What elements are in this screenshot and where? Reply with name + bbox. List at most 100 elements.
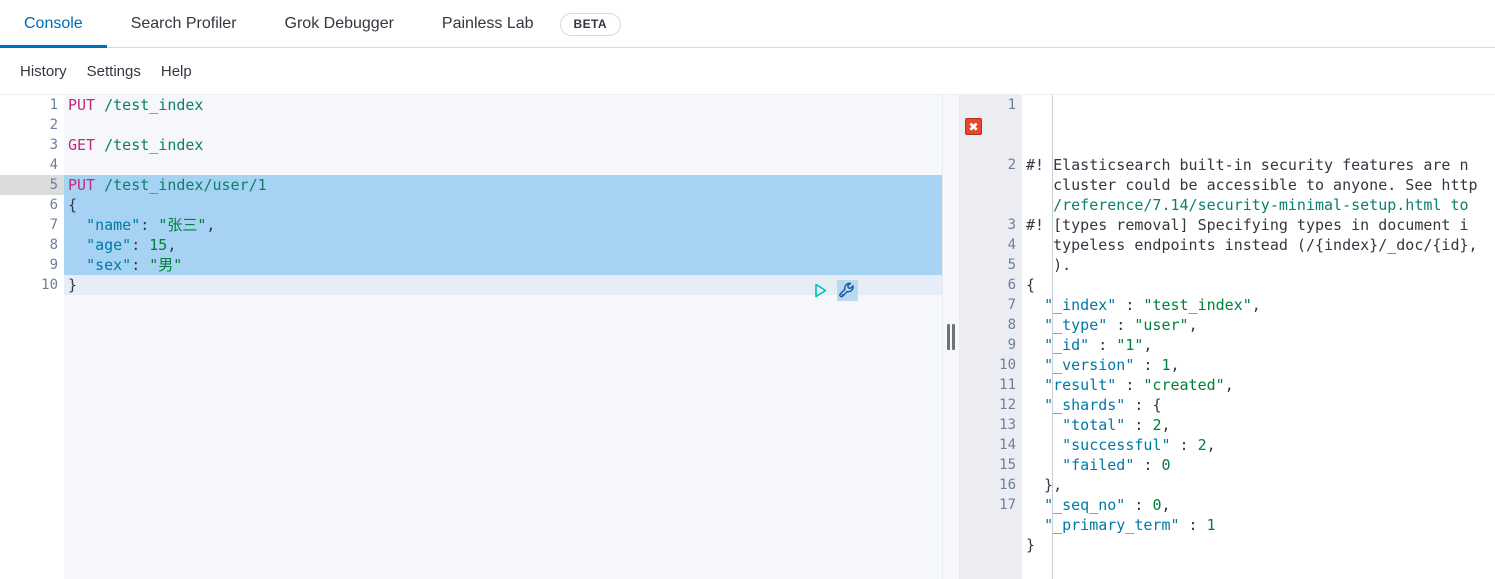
token-punct: : xyxy=(1107,316,1135,334)
token-url: /test_index/user/1 xyxy=(104,176,267,194)
token-punct xyxy=(1026,316,1044,334)
token-punct xyxy=(1026,296,1044,314)
code-line: } xyxy=(64,275,942,295)
token-str: "created" xyxy=(1143,376,1225,394)
token-num: 1 xyxy=(1206,516,1216,534)
code-line: "sex": "男" xyxy=(64,255,942,275)
code-line: "age": 15, xyxy=(64,235,942,255)
code-line: #! [types removal] Specifying types in d… xyxy=(1022,215,1495,235)
token-punct: , xyxy=(206,216,216,234)
send-request-play-icon[interactable] xyxy=(812,282,829,299)
token-punct: , xyxy=(1143,336,1153,354)
token-warnlink: /reference/7.14/security-minimal-setup.h… xyxy=(1026,196,1469,214)
request-options-wrench-icon[interactable] xyxy=(837,280,858,301)
menu-item-history[interactable]: History xyxy=(10,59,77,84)
token-punct xyxy=(1026,396,1044,414)
token-key: "name" xyxy=(86,216,141,234)
beta-badge: BETA xyxy=(559,12,621,36)
code-line: } xyxy=(1022,535,1495,555)
token-num: 15 xyxy=(149,236,168,254)
tab-grok-debugger[interactable]: Grok Debugger xyxy=(261,0,418,48)
token-warn: #! [types removal] Specifying types in d… xyxy=(1026,216,1469,234)
token-punct xyxy=(68,236,86,254)
gutter-line: 14 xyxy=(999,437,1016,453)
gutter-line: 5 xyxy=(1007,257,1016,273)
gutter-line: 16▴ xyxy=(960,475,1030,495)
token-key: "total" xyxy=(1062,416,1126,434)
response-gutter[interactable]: ✖ 123▾456789▾10111213▴141516▴17 xyxy=(960,95,1030,579)
token-punct xyxy=(1026,496,1044,514)
gutter-line xyxy=(960,175,1022,195)
gutter-line: 13▴ xyxy=(960,415,1030,435)
token-punct: : xyxy=(1125,416,1153,434)
token-punct: : xyxy=(1116,376,1144,394)
token-punct: } xyxy=(68,276,78,294)
gutter-line xyxy=(960,135,1022,155)
token-punct xyxy=(1026,376,1044,394)
token-punct xyxy=(1026,416,1062,434)
request-pane: 1 2 3 4 56▾ 7 8 9 10▴ PUT /test_index GET /test_… xyxy=(0,95,942,579)
code-line: #! Elasticsearch built-in security featu… xyxy=(1022,155,1495,175)
token-str: "1" xyxy=(1116,336,1144,354)
code-line: { xyxy=(1022,275,1495,295)
token-punct xyxy=(68,216,86,234)
request-gutter[interactable]: 1 2 3 4 56▾ 7 8 9 10▴ xyxy=(0,95,72,579)
token-str: "张三" xyxy=(158,216,207,234)
token-punct: } xyxy=(1026,536,1036,554)
code-line: "result" : "created", xyxy=(1022,375,1495,395)
gutter-line: 8 xyxy=(1007,317,1016,333)
menu-item-help[interactable]: Help xyxy=(151,59,202,84)
tab-painless-lab[interactable]: Painless Lab xyxy=(418,0,558,48)
code-line: PUT /test_index xyxy=(64,95,942,115)
token-method: PUT xyxy=(68,176,96,194)
gutter-line: 9▾ xyxy=(960,335,1030,355)
token-method: GET xyxy=(68,136,96,154)
token-punct xyxy=(68,256,86,274)
code-line: "_version" : 1, xyxy=(1022,355,1495,375)
gutter-line xyxy=(960,195,1022,215)
token-punct: : xyxy=(1125,496,1153,514)
code-line: typeless endpoints instead (/{index}/_do… xyxy=(1022,235,1495,255)
token-warn: cluster could be accessible to anyone. S… xyxy=(1026,176,1478,194)
menu-item-settings[interactable]: Settings xyxy=(77,59,151,84)
gutter-line: 17 xyxy=(999,497,1016,513)
pane-resize-handle[interactable] xyxy=(942,95,960,579)
code-line: { xyxy=(64,195,942,215)
token-punct xyxy=(95,136,104,154)
code-line: PUT /test_index/user/1 xyxy=(64,175,942,195)
token-url: /test_index xyxy=(104,136,204,154)
gutter-line: 2 xyxy=(49,117,58,133)
token-punct: { xyxy=(1152,396,1162,414)
code-line: "_id" : "1", xyxy=(1022,335,1495,355)
console-menu-items: History Settings Help xyxy=(10,59,202,84)
token-num: 2 xyxy=(1197,436,1207,454)
token-punct: : xyxy=(131,236,150,254)
request-code[interactable]: PUT /test_index GET /test_index PUT /tes… xyxy=(64,95,942,579)
token-punct: , xyxy=(1188,316,1198,334)
token-key: "_primary_term" xyxy=(1044,516,1180,534)
code-line: cluster could be accessible to anyone. S… xyxy=(1022,175,1495,195)
token-punct xyxy=(95,96,104,114)
tab-search-profiler[interactable]: Search Profiler xyxy=(107,0,261,48)
token-punct: { xyxy=(1026,276,1036,294)
token-num: 1 xyxy=(1161,356,1171,374)
gutter-line: 4 xyxy=(49,157,58,173)
token-method: PUT xyxy=(68,96,96,114)
token-punct: : xyxy=(1170,436,1198,454)
token-str: "user" xyxy=(1134,316,1189,334)
gutter-line: 9 xyxy=(49,257,58,273)
request-actions xyxy=(812,280,858,301)
token-key: "_index" xyxy=(1044,296,1117,314)
token-url: /test_index xyxy=(104,96,204,114)
gutter-line: 12 xyxy=(999,397,1016,413)
tab-console[interactable]: Console xyxy=(0,0,107,48)
gutter-line: 3▾ xyxy=(960,215,1030,235)
tab-list: Console Search Profiler Grok Debugger Painl… xyxy=(0,0,1495,48)
token-punct: , xyxy=(167,236,177,254)
code-line: "successful" : 2, xyxy=(1022,435,1495,455)
response-code[interactable]: #! Elasticsearch built-in security featu… xyxy=(1022,95,1495,579)
gutter-line: 6▾ xyxy=(0,195,72,215)
gutter-line: 8 xyxy=(49,237,58,253)
